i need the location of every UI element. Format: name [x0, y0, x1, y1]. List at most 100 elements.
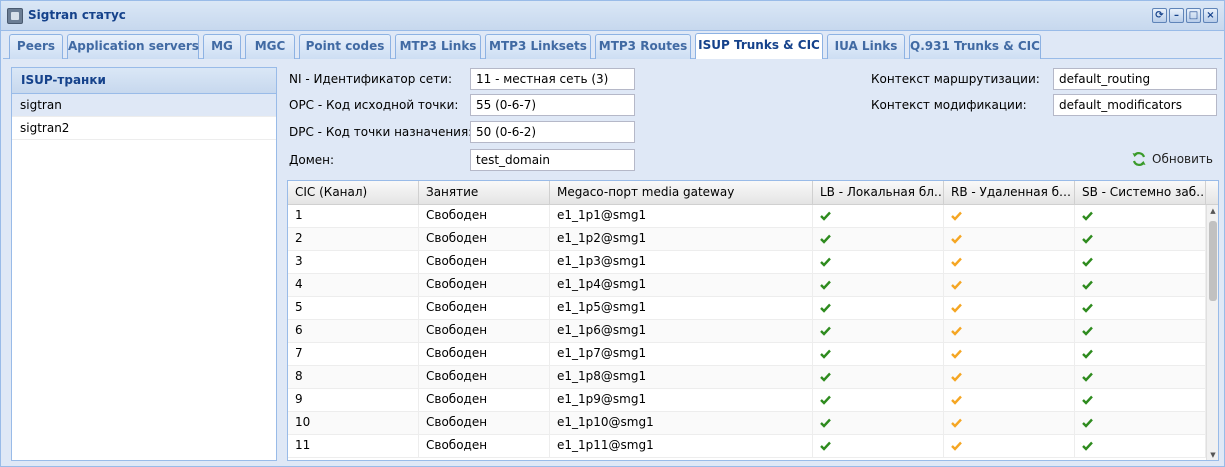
megaco-port-cell: e1_1p3@smg1	[550, 251, 813, 273]
check-green-icon	[1082, 349, 1093, 359]
tab-point-codes[interactable]: Point codes	[299, 34, 391, 59]
tab-mtp3-routes[interactable]: MTP3 Routes	[595, 34, 691, 59]
col-lb[interactable]: LB - Локальная бл…	[813, 181, 944, 205]
check-green-icon	[1082, 372, 1093, 382]
col-state[interactable]: Занятие	[419, 181, 550, 205]
col-sb[interactable]: SB - Системно заб…	[1075, 181, 1206, 205]
domain-label: Домен:	[289, 153, 335, 167]
check-orange-icon	[951, 257, 962, 267]
check-orange-icon	[951, 395, 962, 405]
check-green-icon	[820, 326, 831, 336]
check-orange-icon	[951, 372, 962, 382]
routing-context-field[interactable]: default_routing	[1053, 68, 1217, 90]
lb-cell	[813, 205, 944, 227]
sb-cell	[1075, 228, 1206, 250]
col-megaco-port[interactable]: Megaco-порт media gateway	[550, 181, 813, 205]
lb-cell	[813, 366, 944, 388]
rb-cell	[944, 205, 1075, 227]
refresh-button[interactable]: Обновить	[1131, 149, 1213, 169]
cic-cell: 2	[288, 228, 419, 250]
tab-mtp3-linksets[interactable]: MTP3 Linksets	[485, 34, 591, 59]
check-green-icon	[1082, 234, 1093, 244]
check-green-icon	[820, 418, 831, 428]
scroll-up-icon[interactable]: ▲	[1207, 205, 1218, 217]
tab-peers[interactable]: Peers	[9, 34, 63, 59]
isup-trunks-header: ISUP-транки	[12, 68, 276, 94]
lb-cell	[813, 320, 944, 342]
tab-q931-trunks-cic[interactable]: Q.931 Trunks & CIC	[909, 34, 1041, 59]
isup-trunks-panel: ISUP-транки sigtran sigtran2	[11, 67, 277, 461]
table-row[interactable]: 3 Свободен e1_1p3@smg1	[288, 251, 1206, 274]
check-green-icon	[1082, 441, 1093, 451]
cic-cell: 1	[288, 205, 419, 227]
cic-cell: 10	[288, 412, 419, 434]
table-row[interactable]: 2 Свободен e1_1p2@smg1	[288, 228, 1206, 251]
col-cic[interactable]: CIC (Канал)	[288, 181, 419, 205]
opc-field[interactable]: 55 (0-6-7)	[470, 94, 635, 116]
state-cell: Свободен	[419, 389, 550, 411]
check-green-icon	[820, 372, 831, 382]
tab-application-servers[interactable]: Application servers	[67, 34, 199, 59]
check-orange-icon	[951, 280, 962, 290]
grid-scrollbar[interactable]: ▲ ▼	[1206, 205, 1218, 460]
table-row[interactable]: 11 Свободен e1_1p11@smg1	[288, 435, 1206, 458]
maximize-icon[interactable]: □	[1186, 8, 1201, 23]
ni-field[interactable]: 11 - местная сеть (3)	[470, 68, 635, 90]
rb-cell	[944, 412, 1075, 434]
dpc-field[interactable]: 50 (0-6-2)	[470, 121, 635, 143]
state-cell: Свободен	[419, 274, 550, 296]
trunk-item-sigtran[interactable]: sigtran	[12, 94, 276, 117]
col-rb[interactable]: RB - Удаленная б…	[944, 181, 1075, 205]
trunk-item-sigtran2[interactable]: sigtran2	[12, 117, 276, 140]
table-row[interactable]: 6 Свободен e1_1p6@smg1	[288, 320, 1206, 343]
tab-mg[interactable]: MG	[203, 34, 241, 59]
table-row[interactable]: 8 Свободен e1_1p8@smg1	[288, 366, 1206, 389]
check-green-icon	[820, 303, 831, 313]
check-orange-icon	[951, 418, 962, 428]
check-green-icon	[1082, 257, 1093, 267]
rb-cell	[944, 251, 1075, 273]
megaco-port-cell: e1_1p8@smg1	[550, 366, 813, 388]
tab-mtp3-links[interactable]: MTP3 Links	[395, 34, 481, 59]
megaco-port-cell: e1_1p6@smg1	[550, 320, 813, 342]
sb-cell	[1075, 389, 1206, 411]
modification-context-field[interactable]: default_modificators	[1053, 94, 1217, 116]
app-icon	[7, 8, 23, 24]
rb-cell	[944, 435, 1075, 457]
table-row[interactable]: 1 Свободен e1_1p1@smg1	[288, 205, 1206, 228]
table-row[interactable]: 10 Свободен e1_1p10@smg1	[288, 412, 1206, 435]
megaco-port-cell: e1_1p9@smg1	[550, 389, 813, 411]
window-title: Sigtran статус	[28, 8, 126, 22]
routing-context-label: Контекст маршрутизации:	[871, 72, 1040, 86]
state-cell: Свободен	[419, 251, 550, 273]
lb-cell	[813, 389, 944, 411]
scroll-down-icon[interactable]: ▼	[1207, 449, 1218, 460]
rb-cell	[944, 297, 1075, 319]
minimize-icon[interactable]: –	[1169, 8, 1184, 23]
check-green-icon	[820, 395, 831, 405]
megaco-port-cell: e1_1p11@smg1	[550, 435, 813, 457]
window-titlebar[interactable]: Sigtran статус ⟳ – □ ×	[1, 1, 1224, 31]
scroll-thumb[interactable]	[1209, 221, 1217, 301]
tab-iua-links[interactable]: IUA Links	[827, 34, 905, 59]
table-row[interactable]: 7 Свободен e1_1p7@smg1	[288, 343, 1206, 366]
close-icon[interactable]: ×	[1203, 8, 1218, 23]
megaco-port-cell: e1_1p7@smg1	[550, 343, 813, 365]
lb-cell	[813, 412, 944, 434]
domain-field[interactable]: test_domain	[470, 149, 635, 171]
table-row[interactable]: 4 Свободен e1_1p4@smg1	[288, 274, 1206, 297]
window-controls: ⟳ – □ ×	[1152, 8, 1218, 23]
refresh-window-icon[interactable]: ⟳	[1152, 8, 1167, 23]
lb-cell	[813, 274, 944, 296]
table-row[interactable]: 5 Свободен e1_1p5@smg1	[288, 297, 1206, 320]
sb-cell	[1075, 251, 1206, 273]
state-cell: Свободен	[419, 228, 550, 250]
megaco-port-cell: e1_1p5@smg1	[550, 297, 813, 319]
megaco-port-cell: e1_1p1@smg1	[550, 205, 813, 227]
opc-label: OPC - Код исходной точки:	[289, 98, 459, 112]
sb-cell	[1075, 205, 1206, 227]
tab-isup-trunks-cic[interactable]: ISUP Trunks & CIC	[695, 33, 823, 59]
check-green-icon	[1082, 418, 1093, 428]
tab-mgc[interactable]: MGC	[245, 34, 295, 59]
table-row[interactable]: 9 Свободен e1_1p9@smg1	[288, 389, 1206, 412]
